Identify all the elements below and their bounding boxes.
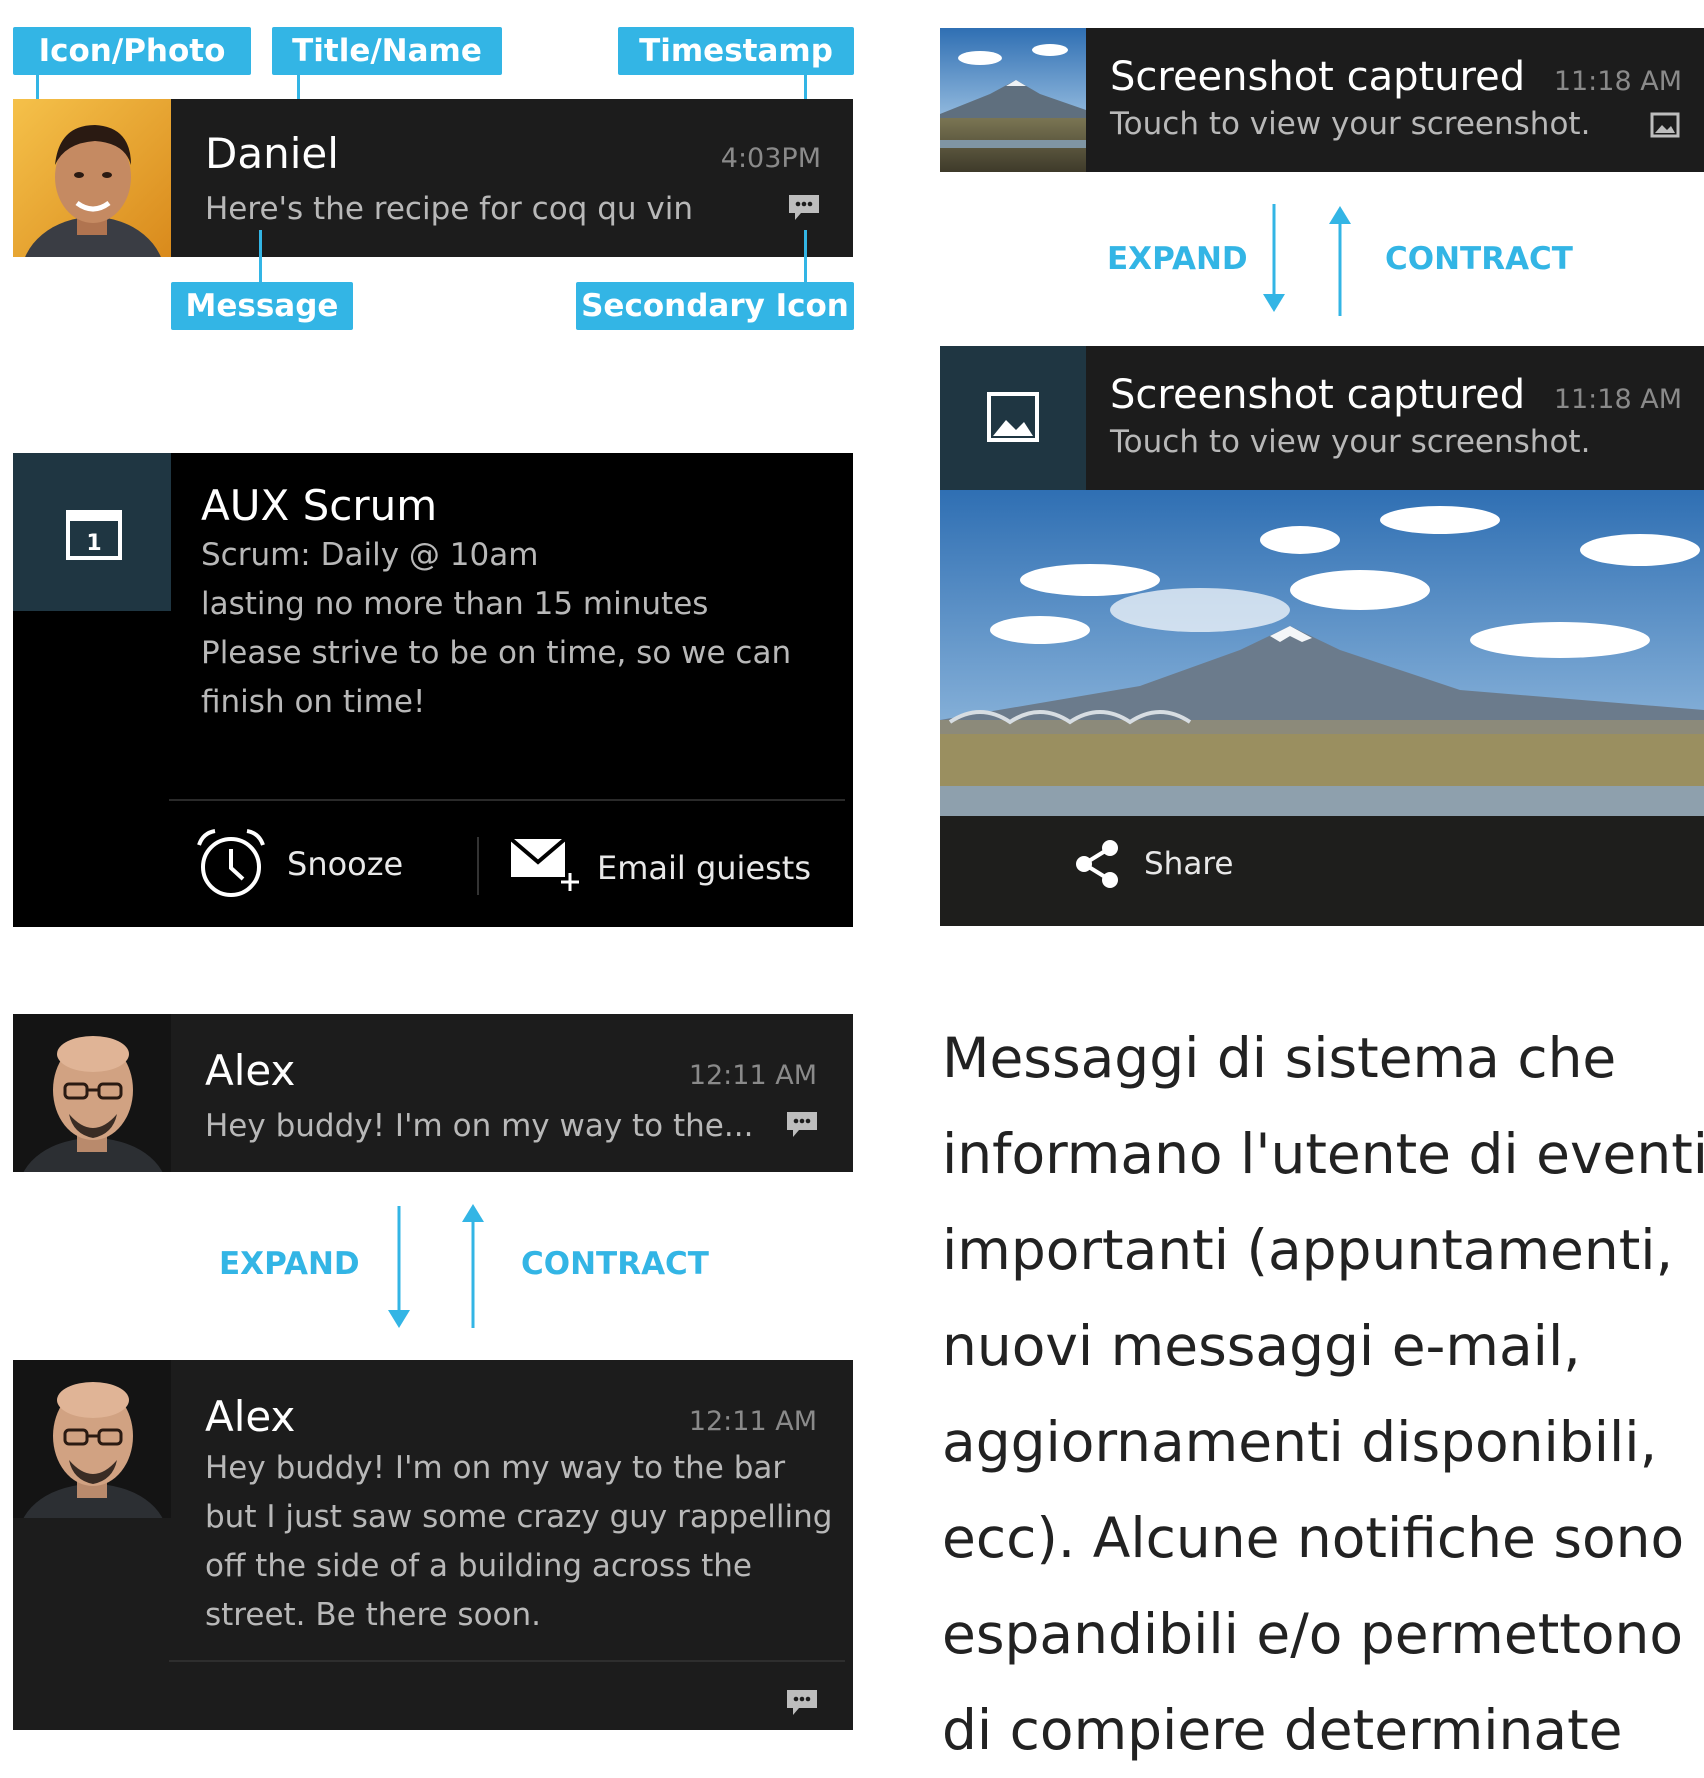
description-line: ecc). Alcune notifiche sono bbox=[942, 1506, 1685, 1570]
notification-daniel[interactable]: Daniel Here's the recipe for coq qu vin … bbox=[13, 99, 853, 257]
notification-message: Hey buddy! I'm on my way to the... bbox=[205, 1108, 754, 1144]
calendar-icon: 1 bbox=[66, 510, 122, 560]
description-line: aggiornamenti disponibili, bbox=[942, 1410, 1658, 1474]
share-button[interactable]: Share bbox=[1070, 830, 1270, 900]
connector-secondary-icon bbox=[804, 230, 807, 282]
message-line-2: but I just saw some crazy guy rappelling bbox=[205, 1499, 833, 1535]
snooze-label: Snooze bbox=[287, 845, 404, 883]
calendar-line-4: finish on time! bbox=[201, 684, 426, 720]
share-label: Share bbox=[1144, 846, 1234, 882]
divider bbox=[169, 1660, 845, 1662]
notification-timestamp: 12:11 AM bbox=[688, 1060, 817, 1091]
notification-timestamp: 4:03PM bbox=[720, 143, 821, 174]
callout-secondary-icon: Secondary Icon bbox=[576, 282, 854, 330]
image-icon-box bbox=[940, 346, 1086, 490]
notification-title: Alex bbox=[205, 1046, 296, 1095]
snooze-button[interactable]: Snooze bbox=[183, 825, 473, 905]
notification-screenshot-expanded[interactable]: Screenshot captured Touch to view your s… bbox=[940, 346, 1704, 926]
message-line-3: off the side of a building across the bbox=[205, 1548, 752, 1584]
description-line: importanti (appuntamenti, bbox=[942, 1218, 1674, 1282]
contract-arrow-icon bbox=[462, 1204, 484, 1328]
message-line-1: Hey buddy! I'm on my way to the bar bbox=[205, 1450, 786, 1486]
avatar bbox=[13, 99, 171, 257]
notification-timestamp: 11:18 AM bbox=[1553, 384, 1682, 415]
share-icon bbox=[1076, 840, 1118, 888]
svg-text:1: 1 bbox=[86, 531, 101, 556]
contract-arrow-icon bbox=[1329, 206, 1351, 316]
description-line: di compiere determinate bbox=[942, 1698, 1623, 1762]
notification-message: Touch to view your screenshot. bbox=[1110, 106, 1591, 142]
contract-label: CONTRACT bbox=[1385, 241, 1573, 277]
notification-title: Screenshot captured bbox=[1110, 372, 1526, 418]
screenshot-thumbnail bbox=[940, 28, 1086, 172]
avatar bbox=[13, 1360, 171, 1518]
expand-arrow-icon bbox=[388, 1206, 410, 1328]
callout-timestamp: Timestamp bbox=[618, 27, 854, 75]
description-line: nuovi messaggi e-mail, bbox=[942, 1314, 1581, 1378]
notification-alex-collapsed[interactable]: Alex Hey buddy! I'm on my way to the... … bbox=[13, 1014, 853, 1172]
notification-message: Here's the recipe for coq qu vin bbox=[205, 191, 693, 227]
chat-icon bbox=[785, 1688, 819, 1723]
expand-label: EXPAND bbox=[1107, 241, 1248, 277]
notification-timestamp: 12:11 AM bbox=[688, 1406, 817, 1437]
description-line: espandibili e/o permettono bbox=[942, 1602, 1683, 1666]
expand-arrow-icon bbox=[1263, 204, 1285, 312]
alarm-clock-icon bbox=[197, 829, 265, 897]
message-line-4: street. Be there soon. bbox=[205, 1597, 542, 1633]
callout-icon-photo: Icon/Photo bbox=[13, 27, 251, 75]
calendar-line-2: lasting no more than 15 minutes bbox=[201, 586, 709, 622]
email-guests-label: Email guiests bbox=[597, 849, 812, 887]
description-line: Messaggi di sistema che bbox=[942, 1026, 1617, 1090]
chat-icon bbox=[785, 1110, 819, 1145]
notification-screenshot-collapsed[interactable]: Screenshot captured Touch to view your s… bbox=[940, 28, 1704, 172]
divider bbox=[169, 799, 845, 801]
email-add-icon bbox=[509, 837, 579, 891]
notification-alex-expanded[interactable]: Alex 12:11 AM Hey buddy! I'm on my way t… bbox=[13, 1360, 853, 1730]
calendar-line-3: Please strive to be on time, so we can bbox=[201, 635, 792, 671]
image-icon bbox=[987, 392, 1039, 442]
notification-title: Daniel bbox=[205, 129, 339, 178]
notification-title: Screenshot captured bbox=[1110, 54, 1526, 100]
connector-message bbox=[259, 230, 262, 282]
callout-title-name: Title/Name bbox=[272, 27, 502, 75]
image-icon bbox=[1650, 112, 1680, 138]
calendar-icon-box: 1 bbox=[13, 453, 171, 611]
action-separator bbox=[477, 837, 479, 895]
description-line: informano l'utente di eventi bbox=[942, 1122, 1704, 1186]
calendar-line-1: Scrum: Daily @ 10am bbox=[201, 537, 539, 573]
notification-timestamp: 11:18 AM bbox=[1553, 66, 1682, 97]
notification-message: Touch to view your screenshot. bbox=[1110, 424, 1591, 460]
avatar bbox=[13, 1014, 171, 1172]
notification-title: Alex bbox=[205, 1392, 296, 1441]
description-text: Messaggi di sistema che informano l'uten… bbox=[942, 1010, 1704, 1778]
callout-message: Message bbox=[171, 282, 353, 330]
expand-label: EXPAND bbox=[219, 1246, 360, 1282]
chat-icon bbox=[787, 193, 821, 228]
contract-label: CONTRACT bbox=[521, 1246, 709, 1282]
notification-calendar[interactable]: 1 AUX Scrum Scrum: Daily @ 10am lasting … bbox=[13, 453, 853, 927]
screenshot-preview-image[interactable]: Share bbox=[940, 490, 1704, 926]
email-guests-button[interactable]: Email guiests bbox=[503, 825, 843, 905]
calendar-title: AUX Scrum bbox=[201, 481, 438, 530]
